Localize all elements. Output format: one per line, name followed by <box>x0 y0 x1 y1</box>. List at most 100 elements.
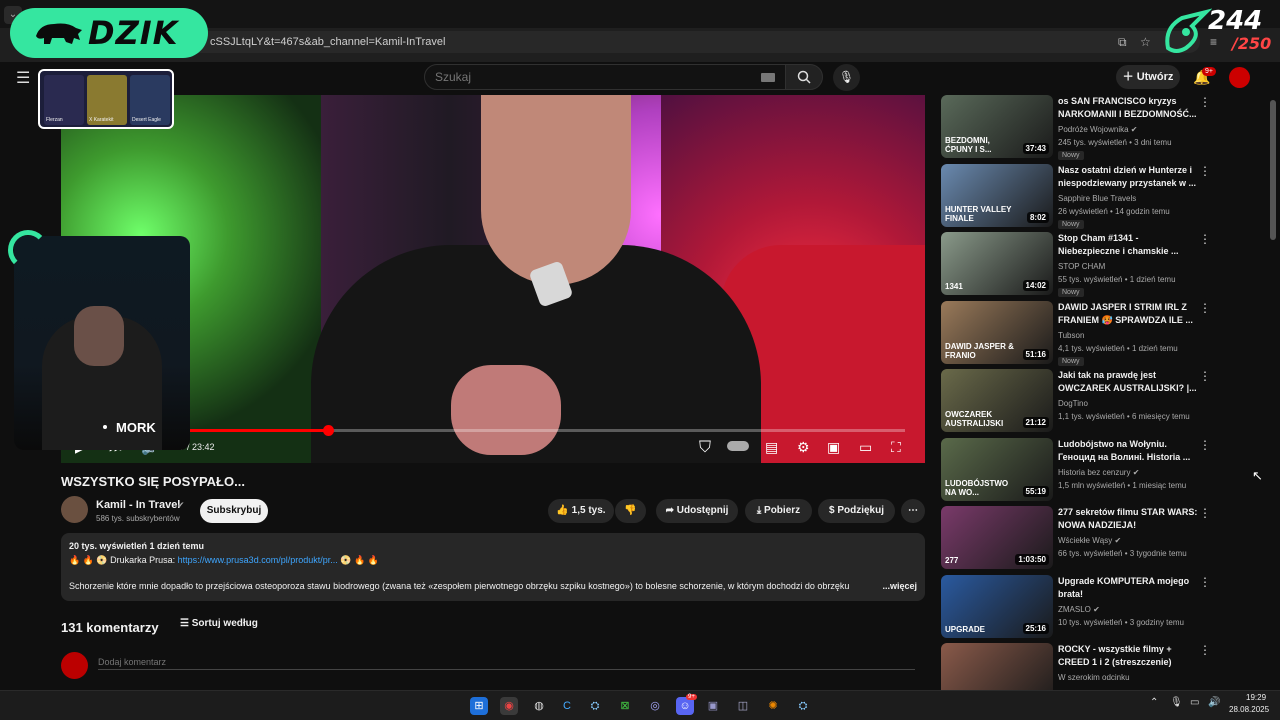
kebab-menu-icon[interactable]: ⋮ <box>1199 301 1211 315</box>
excel-like-icon[interactable]: ⊠ <box>616 697 634 715</box>
video-channel[interactable]: STOP CHAM <box>1058 262 1105 271</box>
voice-search-button[interactable]: 🎙 <box>833 64 860 91</box>
recommended-video[interactable]: HUNTER VALLEY FINALE 8:02 Nasz ostatni dzi… <box>941 163 1251 229</box>
bookmark-star-icon[interactable]: ☆ <box>1140 35 1151 49</box>
thanks-button[interactable]: $ Podziękuj <box>818 499 895 523</box>
video-channel[interactable]: W szerokim odcinku <box>1058 673 1130 682</box>
recommended-video[interactable]: OWCZAREK AUSTRALIJSKI 21:12 Jaki tak na pr… <box>941 369 1251 433</box>
progress-bar[interactable] <box>81 425 905 436</box>
promo-prefix: 🔥 🔥 📀 Drukarka Prusa: <box>69 555 178 565</box>
miniplayer-icon[interactable]: ▣ <box>827 439 840 456</box>
subtitles-icon[interactable]: ▤ <box>765 439 778 456</box>
recommended-video[interactable]: DAWID JASPER & FRANIO 51:16 DAWID JASPER I… <box>941 300 1251 366</box>
tray-mic-icon[interactable]: 🎙 <box>1170 697 1183 708</box>
recommended-video[interactable]: UPGRADE 25:16 Upgrade KOMPUTERA mojego bra… <box>941 574 1251 639</box>
tray-network-icon[interactable]: ▭ <box>1190 697 1199 708</box>
recommended-video[interactable]: LUDOBÓJSTWO NA WO... 55:19 Ludobójstwo na … <box>941 437 1251 502</box>
kebab-menu-icon[interactable]: ⋮ <box>1199 95 1211 109</box>
download-button[interactable]: ⤓ Pobierz <box>745 499 812 523</box>
video-thumbnail[interactable]: DAWID JASPER & FRANIO 51:16 <box>941 300 1053 364</box>
video-channel[interactable]: Historia bez cenzury ✔ <box>1058 468 1139 477</box>
clock-date[interactable]: 28.08.2025 <box>1229 705 1269 714</box>
kebab-menu-icon[interactable]: ⋮ <box>1199 506 1211 520</box>
add-comment-input[interactable] <box>98 654 915 670</box>
show-more-link[interactable]: ...więcej <box>882 581 917 591</box>
video-title[interactable]: Ludobójstwo na Wołyniu. Геноцид на Волин… <box>1058 438 1198 464</box>
search-button[interactable] <box>785 64 823 90</box>
install-app-icon[interactable]: ⧉ <box>1118 35 1127 50</box>
description-box[interactable]: 20 tys. wyświetleń 1 dzień temu 🔥 🔥 📀 Dr… <box>61 533 925 601</box>
tray-chevron-icon[interactable]: ⌃ <box>1150 697 1158 708</box>
autoplay-toggle[interactable] <box>727 441 749 451</box>
recommended-video[interactable]: BEZDOMNI, ĆPUNY I S... 37:43 os SAN FRANCI… <box>941 95 1251 160</box>
video-meta: 10 tys. wyświetleń • 3 godziny temu <box>1058 617 1184 627</box>
video-title[interactable]: ROCKY - wszystkie filmy + CREED 1 i 2 (s… <box>1058 643 1198 669</box>
video-channel[interactable]: Podróże Wojownika ✔ <box>1058 125 1137 134</box>
video-channel[interactable]: Tubson <box>1058 331 1084 340</box>
fullscreen-icon[interactable]: ⛶ <box>891 439 901 456</box>
video-thumbnail[interactable]: BEZDOMNI, ĆPUNY I S... 37:43 <box>941 95 1053 158</box>
app-circle-icon[interactable]: ◎ <box>646 697 664 715</box>
video-thumbnail[interactable]: HUNTER VALLEY FINALE 8:02 <box>941 163 1053 227</box>
video-channel[interactable]: Sapphire Blue Travels <box>1058 194 1136 203</box>
menu-icon[interactable]: ☰ <box>16 68 30 88</box>
url-text[interactable]: cSSJLtqLY&t=467s&ab_channel=Kamil-InTrav… <box>210 36 445 48</box>
app-window-icon[interactable]: ▣ <box>704 697 722 715</box>
user-avatar[interactable] <box>1229 67 1250 88</box>
dislike-button[interactable]: 👎 <box>615 499 646 523</box>
video-title[interactable]: Jaki tak na prawdę jest OWCZAREK AUSTRAL… <box>1058 369 1198 395</box>
kebab-menu-icon[interactable]: ⋮ <box>1199 369 1211 383</box>
search-box[interactable] <box>424 64 786 90</box>
kebab-menu-icon[interactable]: ⋮ <box>1199 438 1211 452</box>
video-title[interactable]: 277 sekretów filmu STAR WARS: NOWA NADZI… <box>1058 506 1198 532</box>
app-gamepad-icon[interactable]: ◫ <box>734 697 752 715</box>
sort-comments-button[interactable]: ☰ Sortuj według <box>180 618 258 629</box>
video-thumbnail[interactable]: LUDOBÓJSTWO NA WO... 55:19 <box>941 437 1053 501</box>
obs-icon[interactable]: ◍ <box>530 697 548 715</box>
video-player[interactable]: ▶ ⏭ 🔈 7:17 / 23:42 ⛉ ▤ ⚙ ▣ ▭ ⛶ <box>61 95 925 463</box>
kebab-menu-icon[interactable]: ⋮ <box>1199 643 1211 657</box>
more-actions-button[interactable]: ⋯ <box>901 499 925 523</box>
address-bar[interactable]: cSSJLtqLY&t=467s&ab_channel=Kamil-InTrav… <box>190 31 1217 53</box>
subscribe-button[interactable]: Subskrybuj <box>200 499 268 523</box>
clock-time[interactable]: 19:29 <box>1246 693 1266 702</box>
create-button[interactable]: ＋ Utwórz <box>1116 65 1180 89</box>
webcam-dot <box>103 425 107 429</box>
keyboard-icon[interactable] <box>761 73 775 82</box>
kebab-menu-icon[interactable]: ⋮ <box>1199 164 1211 178</box>
channel-name[interactable]: Kamil - In Travel <box>96 499 180 511</box>
settings-gear-icon[interactable]: ⚙ <box>797 439 810 456</box>
tray-volume-icon[interactable]: 🔊 <box>1208 697 1220 708</box>
app-orange-icon[interactable]: ✺ <box>764 697 782 715</box>
kebab-menu-icon[interactable]: ⋮ <box>1199 232 1211 246</box>
recommended-video[interactable]: 277 1:03:50 277 sekretów filmu STAR WARS: … <box>941 506 1251 570</box>
video-channel[interactable]: DogTino <box>1058 399 1088 408</box>
video-thumbnail[interactable]: 1341 14:02 <box>941 232 1053 295</box>
share-button[interactable]: ➦ Udostępnij <box>656 499 738 523</box>
promo-link[interactable]: https://www.prusa3d.com/pl/produkt/pr... <box>178 555 338 565</box>
thumbnail-text: BEZDOMNI, ĆPUNY I S... <box>945 136 992 154</box>
start-menu-icon[interactable]: ⊞ <box>470 697 488 715</box>
video-title[interactable]: Nasz ostatni dzień w Hunterze i niespodz… <box>1058 164 1198 190</box>
video-title[interactable]: Stop Cham #1341 - Niebezpieczne i chamsk… <box>1058 232 1198 258</box>
video-thumbnail[interactable]: 277 1:03:50 <box>941 506 1053 569</box>
steam-alt-icon[interactable]: ⛭ <box>794 697 812 715</box>
video-channel[interactable]: ZMASLO ✔ <box>1058 605 1100 614</box>
video-title[interactable]: Upgrade KOMPUTERA mojego brata! <box>1058 575 1198 601</box>
video-channel[interactable]: Wściekłe Wąsy ✔ <box>1058 536 1121 545</box>
like-button[interactable]: 👍 1,5 tys. <box>548 499 614 523</box>
video-title[interactable]: os SAN FRANCISCO kryzys NARKOMANII I BEZ… <box>1058 95 1198 121</box>
theater-mode-icon[interactable]: ▭ <box>859 439 872 456</box>
chrome-icon[interactable]: ◉ <box>500 697 518 715</box>
recommended-video[interactable]: 1341 14:02 Stop Cham #1341 - Niebezpieczne… <box>941 232 1251 297</box>
video-thumbnail[interactable]: UPGRADE 25:16 <box>941 574 1053 638</box>
search-input[interactable] <box>435 70 735 84</box>
app-c-icon[interactable]: C <box>558 697 576 715</box>
video-title[interactable]: DAWID JASPER I STRIM IRL Z FRANIEM 🥵 SPR… <box>1058 301 1198 327</box>
video-thumbnail[interactable]: OWCZAREK AUSTRALIJSKI 21:12 <box>941 369 1053 432</box>
sponsorblock-shield-icon[interactable]: ⛉ <box>699 439 711 457</box>
channel-avatar[interactable] <box>61 496 88 523</box>
kebab-menu-icon[interactable]: ⋮ <box>1199 575 1211 589</box>
steam-icon[interactable]: ⛭ <box>586 697 604 715</box>
page-scrollbar[interactable] <box>1270 100 1276 240</box>
